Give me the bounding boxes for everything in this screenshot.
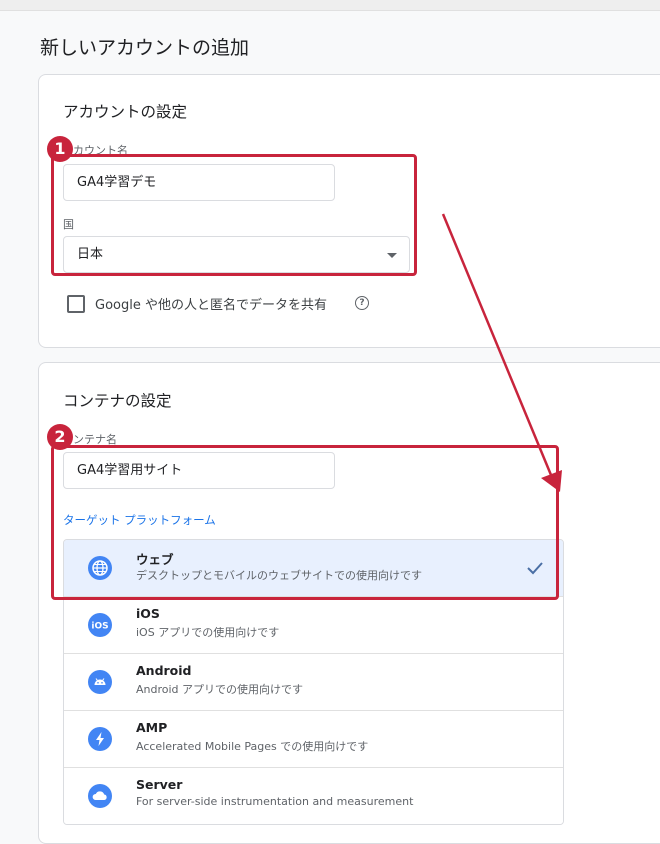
annotation-arrow [441, 213, 562, 492]
